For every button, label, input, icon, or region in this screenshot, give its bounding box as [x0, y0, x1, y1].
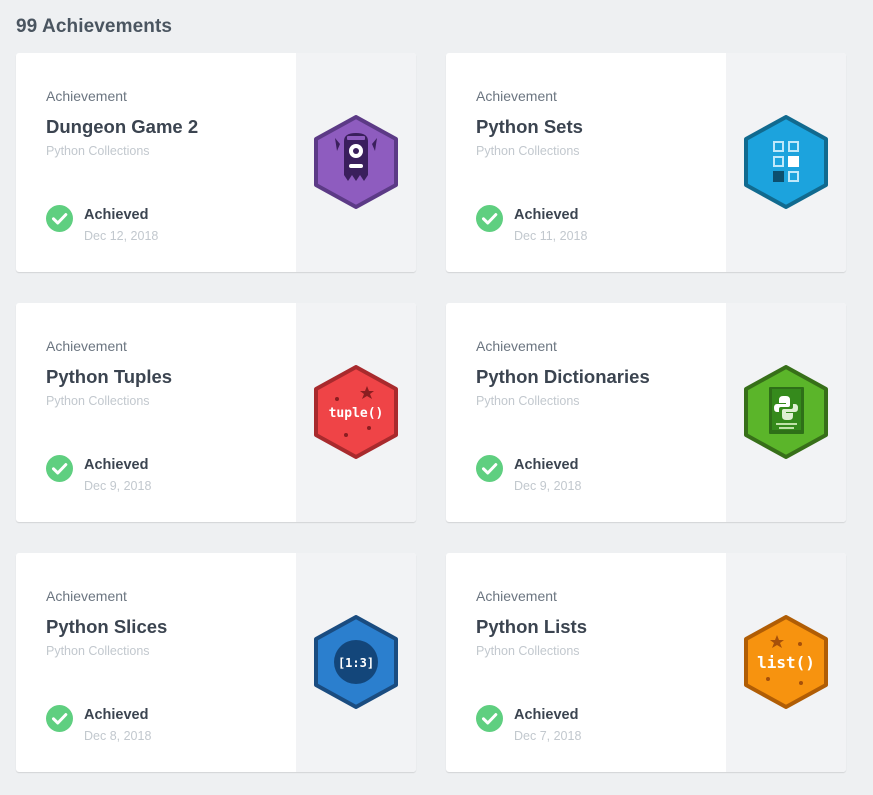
achievement-title[interactable]: Python Dictionaries [476, 366, 650, 388]
achievement-title[interactable]: Python Slices [46, 616, 167, 638]
achievement-title[interactable]: Dungeon Game 2 [46, 116, 198, 138]
status-label: Achieved [84, 457, 149, 473]
status-label: Achieved [514, 207, 579, 223]
monster-icon [314, 115, 398, 209]
badge-text: list() [757, 653, 815, 672]
check-circle-icon [46, 455, 73, 482]
check-circle-icon [476, 205, 503, 232]
achievement-course: Python Collections [46, 644, 150, 658]
achievement-type: Achievement [476, 338, 557, 354]
achievement-type: Achievement [476, 588, 557, 604]
achievement-info: Achievement Python Lists Python Collecti… [476, 553, 726, 772]
achievement-card[interactable]: Achievement Python Tuples Python Collect… [16, 303, 416, 522]
achievement-course: Python Collections [46, 394, 150, 408]
achievement-info: Achievement Python Sets Python Collectio… [476, 53, 726, 272]
achievement-course: Python Collections [476, 144, 580, 158]
achievement-title[interactable]: Python Sets [476, 116, 583, 138]
achievement-card[interactable]: Achievement Python Sets Python Collectio… [446, 53, 846, 272]
achievement-date: Dec 12, 2018 [84, 229, 159, 243]
badge-panel: tuple() [296, 303, 416, 522]
achievement-course: Python Collections [476, 394, 580, 408]
status-label: Achieved [514, 707, 579, 723]
achievement-card[interactable]: Achievement Python Dictionaries Python C… [446, 303, 846, 522]
achievement-type: Achievement [476, 88, 557, 104]
badge-panel [726, 303, 846, 522]
achievement-info: Achievement Dungeon Game 2 Python Collec… [46, 53, 296, 272]
python-book-icon [744, 365, 828, 459]
check-circle-icon [46, 205, 73, 232]
badge-panel [726, 53, 846, 272]
achievement-course: Python Collections [476, 644, 580, 658]
achievement-card[interactable]: Achievement Dungeon Game 2 Python Collec… [16, 53, 416, 272]
achievement-date: Dec 8, 2018 [84, 729, 152, 743]
page-title: 99 Achievements [16, 16, 173, 37]
achievement-date: Dec 9, 2018 [514, 479, 582, 493]
tuple-icon: tuple() [314, 365, 398, 459]
grid-squares-icon [744, 115, 828, 209]
achievement-type: Achievement [46, 338, 127, 354]
achievement-date: Dec 7, 2018 [514, 729, 582, 743]
check-circle-icon [476, 455, 503, 482]
badge-panel: list() [726, 553, 846, 772]
status-label: Achieved [514, 457, 579, 473]
badge-text: tuple() [329, 406, 384, 421]
slice-icon: [1:3] [314, 615, 398, 709]
achievement-title[interactable]: Python Lists [476, 616, 587, 638]
achievement-card[interactable]: Achievement Python Lists Python Collecti… [446, 553, 846, 772]
achievement-info: Achievement Python Dictionaries Python C… [476, 303, 726, 522]
badge-panel [296, 53, 416, 272]
check-circle-icon [476, 705, 503, 732]
list-icon: list() [744, 615, 828, 709]
achievement-date: Dec 9, 2018 [84, 479, 152, 493]
status-label: Achieved [84, 207, 149, 223]
check-circle-icon [46, 705, 73, 732]
status-label: Achieved [84, 707, 149, 723]
achievement-info: Achievement Python Tuples Python Collect… [46, 303, 296, 522]
achievement-type: Achievement [46, 88, 127, 104]
badge-text: [1:3] [338, 656, 374, 670]
achievement-info: Achievement Python Slices Python Collect… [46, 553, 296, 772]
achievement-title[interactable]: Python Tuples [46, 366, 172, 388]
achievement-type: Achievement [46, 588, 127, 604]
achievement-date: Dec 11, 2018 [514, 229, 588, 243]
achievement-card[interactable]: Achievement Python Slices Python Collect… [16, 553, 416, 772]
badge-panel: [1:3] [296, 553, 416, 772]
achievement-course: Python Collections [46, 144, 150, 158]
